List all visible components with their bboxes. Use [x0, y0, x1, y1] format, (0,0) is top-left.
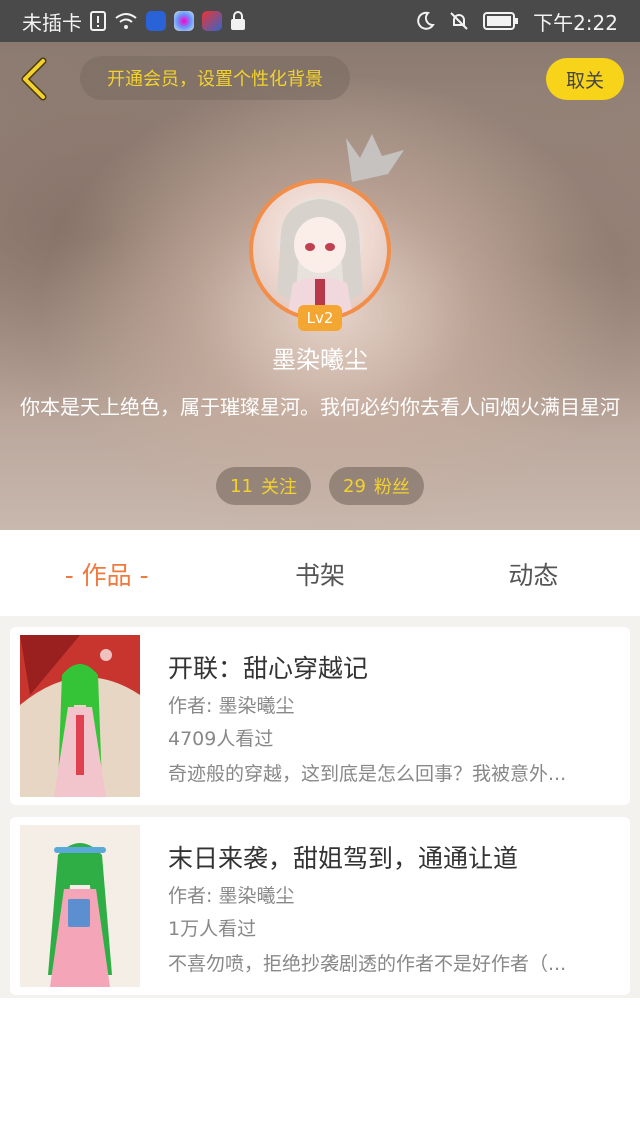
work-author: 作者: 墨染曦尘 — [168, 885, 295, 907]
fans-button[interactable]: 29 粉丝 — [329, 467, 424, 505]
work-title: 末日来袭，甜姐驾到，通通让道 — [168, 844, 519, 873]
work-description: 奇迹般的穿越，这到底是怎么回事？我被意外... — [168, 763, 567, 785]
username: 墨染曦尘 — [272, 346, 368, 374]
profile-tabs: - 作品 - 书架 动态 — [0, 530, 640, 618]
battery-icon — [483, 12, 519, 30]
work-read-count: 1万人看过 — [168, 918, 257, 940]
book-cover — [20, 635, 140, 797]
tab-activity[interactable]: 动态 — [427, 556, 640, 592]
user-bio: 你本是天上绝色，属于璀璨星河。我何必约你去看人间烟火满目星河 — [20, 395, 620, 419]
work-description: 不喜勿喷，拒绝抄袭剧透的作者不是好作者（... — [168, 953, 567, 975]
status-bar: 未插卡 下午2:22 — [0, 0, 640, 42]
list-item[interactable]: 末日来袭，甜姐驾到，通通让道 作者: 墨染曦尘 1万人看过 不喜勿喷，拒绝抄袭剧… — [10, 817, 630, 995]
game-app-icon — [202, 11, 222, 31]
following-button[interactable]: 11 关注 — [216, 467, 311, 505]
baidu-app-icon — [146, 11, 166, 31]
bell-off-icon — [449, 11, 469, 31]
level-badge: Lv2 — [298, 305, 342, 331]
profile-header: 开通会员，设置个性化背景 取关 Lv2 墨染曦尘 你本是天上绝色，属于璀璨星河。… — [0, 42, 640, 530]
moon-icon — [415, 11, 435, 31]
carrier-label: 未插卡 — [22, 10, 82, 35]
work-read-count: 4709人看过 — [168, 728, 274, 750]
work-author: 作者: 墨染曦尘 — [168, 695, 295, 717]
wifi-icon — [114, 11, 138, 31]
tab-works[interactable]: - 作品 - — [0, 556, 213, 592]
color-app-icon — [174, 11, 194, 31]
follow-stats: 11 关注 29 粉丝 — [0, 467, 640, 505]
back-arrow-icon — [21, 57, 47, 101]
lock-icon — [230, 11, 246, 31]
vip-background-prompt[interactable]: 开通会员，设置个性化背景 — [80, 56, 350, 100]
avatar[interactable] — [249, 179, 391, 321]
list-item[interactable]: 开联：甜心穿越记 作者: 墨染曦尘 4709人看过 奇迹般的穿越，这到底是怎么回… — [10, 627, 630, 805]
avatar-illustration — [277, 197, 363, 317]
fans-label: 粉丝 — [373, 477, 410, 498]
following-count: 11 — [230, 475, 253, 497]
unfollow-button[interactable]: 取关 — [546, 58, 624, 100]
sim-alert-icon — [90, 11, 106, 31]
clock-time: 下午2:22 — [533, 10, 618, 35]
book-cover — [20, 825, 140, 987]
following-label: 关注 — [261, 477, 297, 498]
fans-count: 29 — [343, 475, 366, 497]
tab-bookshelf[interactable]: 书架 — [213, 556, 426, 592]
back-button[interactable] — [14, 54, 54, 104]
work-title: 开联：甜心穿越记 — [168, 654, 369, 683]
